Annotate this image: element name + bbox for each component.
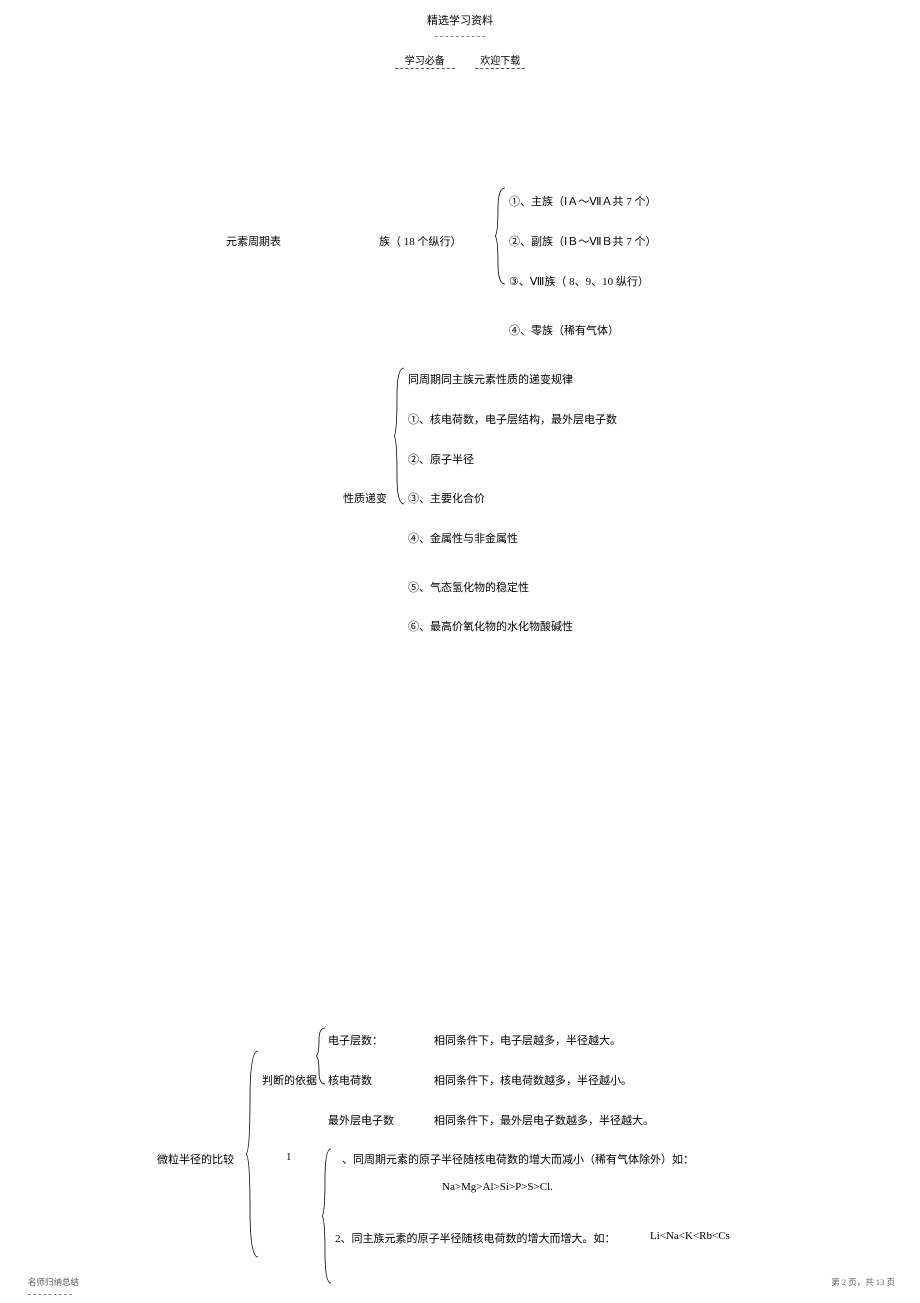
property-item-3: ③、主要化合价 (408, 490, 485, 506)
brace-icon (322, 1147, 334, 1285)
compare-label: 微粒半径的比较 (157, 1151, 234, 1167)
property-item-5: ⑤、气态氢化物的稳定性 (408, 579, 529, 595)
header-dash (435, 36, 485, 37)
brace-icon (316, 1026, 328, 1086)
family-label: 族（ 18 个纵行） (379, 233, 462, 249)
basis-3-text: 相同条件下，最外层电子数越多，半径越大。 (434, 1112, 654, 1128)
property-item-1: ①、核电荷数，电子层结构，最外层电子数 (408, 411, 617, 427)
header-title: 精选学习资料 (0, 12, 920, 28)
footer-right: 第 2 页，共 13 页 (831, 1276, 895, 1288)
sub-header: 学习必备 欢迎下载 (0, 52, 920, 69)
sub-header-left: 学习必备 (395, 52, 455, 69)
property-title: 同周期同主族元素性质的递变规律 (408, 371, 573, 387)
sub-header-right: 欢迎下载 (475, 52, 525, 69)
basis-label: 判断的依据 (262, 1072, 317, 1088)
brace-icon (246, 1049, 262, 1259)
family-item-3: ③、Ⅷ族（ 8、9、10 纵行） (509, 273, 649, 289)
rule-2-example: Li<Na<K<Rb<Cs (650, 1230, 730, 1242)
footer-left: 名师归纳总结 (28, 1276, 79, 1288)
basis-1-label: 电子层数： (328, 1032, 383, 1048)
basis-1-text: 相同条件下，电子层越多，半径越大。 (434, 1032, 621, 1048)
property-item-6: ⑥、最高价氧化物的水化物酸碱性 (408, 618, 573, 634)
property-change-label: 性质递变 (343, 490, 387, 506)
basis-2-label: 核电荷数 (328, 1072, 372, 1088)
family-item-2: ②、副族（ⅠＢ～ⅦＢ共 7 个） (509, 233, 657, 249)
header: 精选学习资料 (0, 0, 920, 40)
brace-icon (394, 366, 408, 506)
rule-1-text: 、同周期元素的原子半径随核电荷数的增大而减小（稀有气体除外）如： (342, 1151, 694, 1167)
rule-2-text: 2、同主族元素的原子半径随核电荷数的增大而增大。如： (335, 1230, 616, 1246)
basis-2-text: 相同条件下，核电荷数越多，半径越小。 (434, 1072, 632, 1088)
family-item-1: ①、主族（ⅠＡ～ⅦＡ共 7 个） (509, 193, 657, 209)
property-item-4: ④、金属性与非金属性 (408, 530, 518, 546)
footer-dash (28, 1294, 72, 1295)
family-item-4: ④、零族（稀有气体） (509, 322, 619, 338)
brace-icon (495, 186, 509, 286)
rule-1-example: Na>Mg>Al>Si>P>S>Cl. (442, 1181, 553, 1193)
rule-1-label: 1 (286, 1151, 292, 1163)
periodic-table-label: 元素周期表 (226, 233, 281, 249)
property-item-2: ②、原子半径 (408, 451, 474, 467)
basis-3-label: 最外层电子数 (328, 1112, 394, 1128)
